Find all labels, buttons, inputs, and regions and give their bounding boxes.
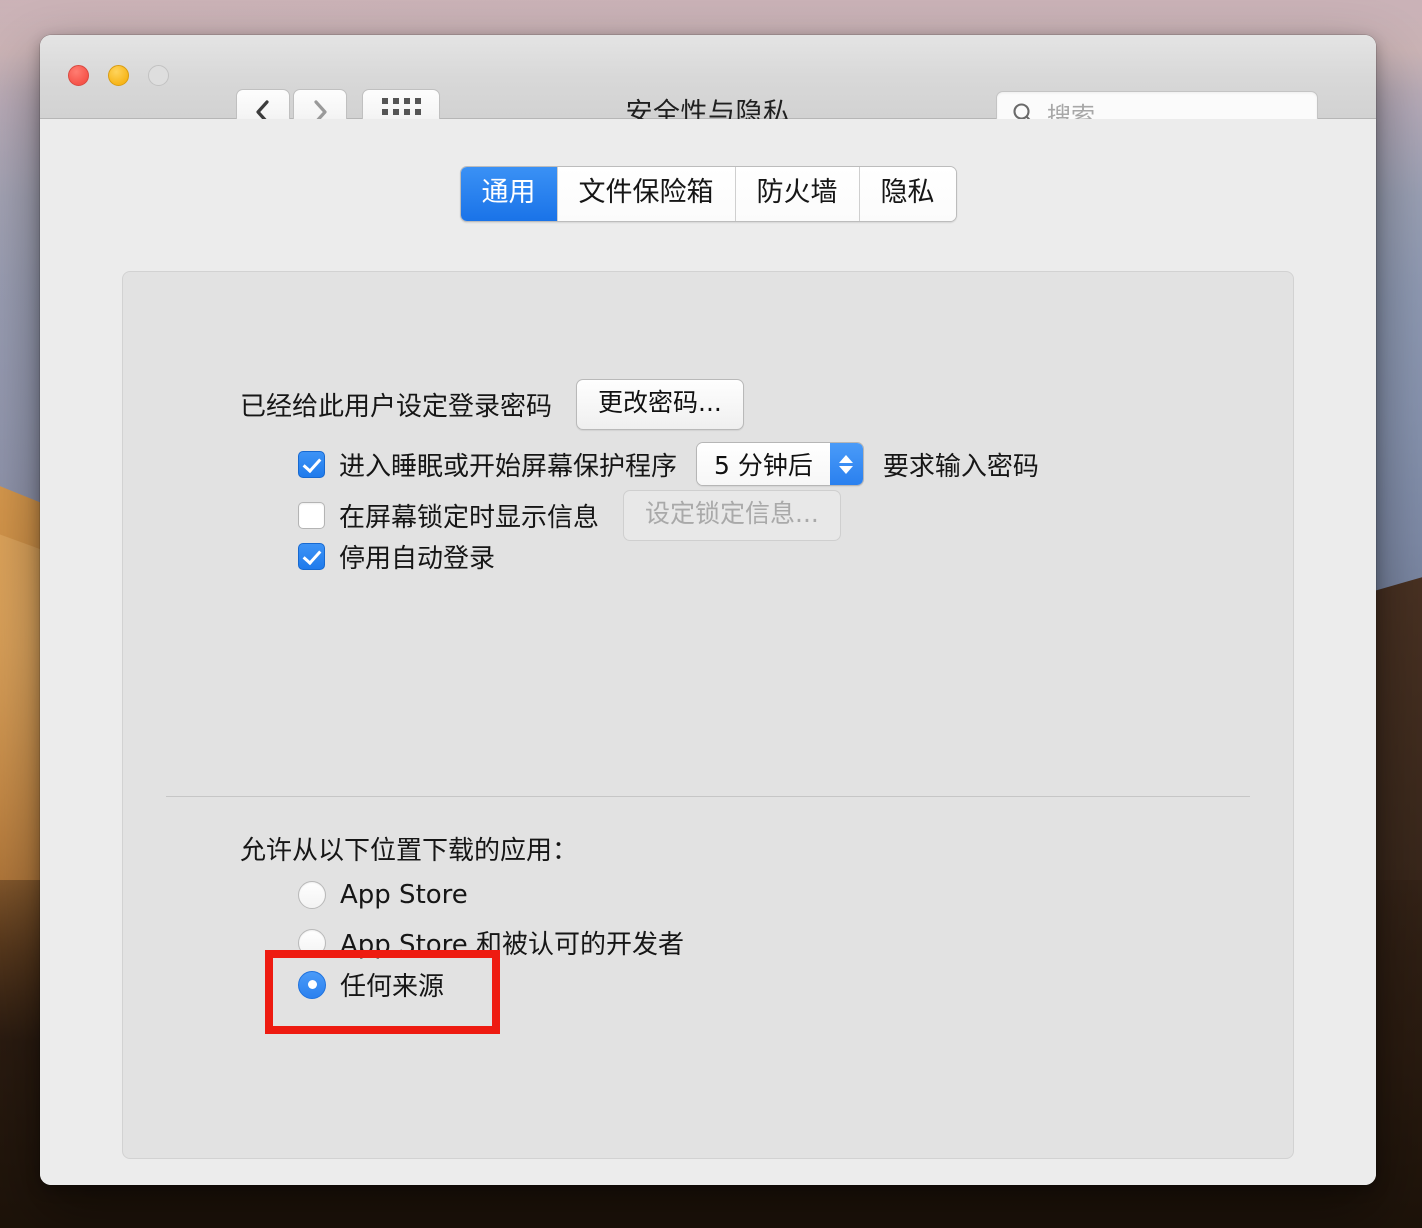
close-button[interactable] bbox=[68, 65, 89, 86]
traffic-lights bbox=[68, 65, 169, 86]
zoom-button[interactable] bbox=[148, 65, 169, 86]
download-source-option-anywhere[interactable]: 任何来源 bbox=[298, 966, 444, 1003]
radio-identified-developers-label: App Store 和被认可的开发者 bbox=[340, 924, 684, 961]
download-sources-title: 允许从以下位置下载的应用： bbox=[240, 830, 578, 867]
require-password-label: 进入睡眠或开始屏幕保护程序 bbox=[339, 446, 677, 483]
stepper-up-down-icon[interactable] bbox=[830, 443, 863, 485]
password-row: 已经给此用户设定登录密码 更改密码... bbox=[240, 379, 744, 430]
window-body: 已经给此用户设定登录密码 更改密码... 进入睡眠或开始屏幕保护程序 5 分钟后… bbox=[40, 119, 1376, 1185]
download-source-option-identified-developers[interactable]: App Store 和被认可的开发者 bbox=[298, 924, 684, 961]
show-lock-message-row: 在屏幕锁定时显示信息 设定锁定信息... bbox=[298, 490, 841, 541]
change-password-button[interactable]: 更改密码... bbox=[576, 379, 744, 430]
radio-anywhere-label: 任何来源 bbox=[340, 966, 444, 1003]
radio-app-store[interactable] bbox=[298, 881, 326, 909]
general-settings-panel: 已经给此用户设定登录密码 更改密码... 进入睡眠或开始屏幕保护程序 5 分钟后… bbox=[122, 271, 1294, 1159]
show-lock-message-label: 在屏幕锁定时显示信息 bbox=[339, 497, 599, 534]
tab-firewall[interactable]: 防火墙 bbox=[736, 167, 860, 221]
set-lock-message-button[interactable]: 设定锁定信息... bbox=[623, 490, 841, 541]
require-password-row: 进入睡眠或开始屏幕保护程序 5 分钟后 要求输入密码 bbox=[298, 442, 1039, 486]
tab-bar: 通用 文件保险箱 防火墙 隐私 bbox=[40, 166, 1376, 222]
disable-auto-login-row: 停用自动登录 bbox=[298, 538, 495, 575]
require-password-suffix-label: 要求输入密码 bbox=[883, 446, 1039, 483]
tab-privacy[interactable]: 隐私 bbox=[860, 167, 956, 221]
require-password-checkbox[interactable] bbox=[298, 451, 325, 478]
sleep-delay-popup-button[interactable]: 5 分钟后 bbox=[696, 442, 864, 486]
radio-app-store-label: App Store bbox=[340, 880, 468, 910]
download-source-option-app-store[interactable]: App Store bbox=[298, 880, 468, 910]
radio-anywhere[interactable] bbox=[298, 971, 326, 999]
stepper-up-arrow bbox=[839, 455, 853, 463]
section-divider bbox=[166, 796, 1250, 797]
tab-filevault[interactable]: 文件保险箱 bbox=[558, 167, 736, 221]
window-titlebar: 安全性与隐私 搜索 bbox=[40, 35, 1376, 119]
tab-general[interactable]: 通用 bbox=[461, 167, 558, 221]
stepper-down-arrow bbox=[839, 466, 853, 474]
show-lock-message-checkbox[interactable] bbox=[298, 502, 325, 529]
password-status-label: 已经给此用户设定登录密码 bbox=[240, 386, 552, 423]
disable-auto-login-checkbox[interactable] bbox=[298, 543, 325, 570]
minimize-button[interactable] bbox=[108, 65, 129, 86]
sleep-delay-value: 5 分钟后 bbox=[697, 443, 830, 485]
disable-auto-login-label: 停用自动登录 bbox=[339, 538, 495, 575]
tab-group: 通用 文件保险箱 防火墙 隐私 bbox=[460, 166, 957, 222]
radio-identified-developers[interactable] bbox=[298, 929, 326, 957]
security-privacy-window: 安全性与隐私 搜索 已经给此用户设定登录密码 更改密码... 进入睡眠或开始屏幕… bbox=[40, 35, 1376, 1185]
